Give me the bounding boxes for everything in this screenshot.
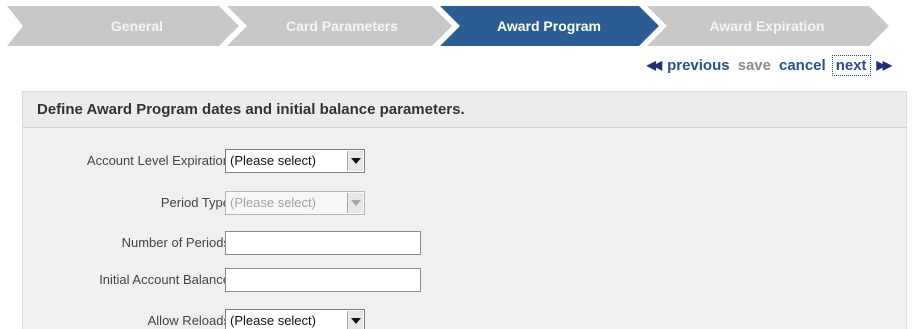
wizard-step-bar: General Card Parameters Award Program Aw… xyxy=(7,6,895,46)
period-type-label: Period Type xyxy=(160,195,230,210)
fast-forward-icon[interactable]: ▶▶ xyxy=(877,58,893,72)
initial-account-balance-input[interactable] xyxy=(225,268,421,292)
allow-reloads-select[interactable]: (Please select) xyxy=(225,309,365,329)
step-general[interactable]: General xyxy=(47,6,227,46)
previous-link[interactable]: previous xyxy=(667,57,730,74)
row-allow-reloads: Allow Reloads (Please select) xyxy=(23,308,443,329)
period-type-select[interactable]: (Please select) xyxy=(225,191,365,215)
allow-reloads-label: Allow Reloads xyxy=(147,313,230,328)
row-period-type: Period Type (Please select) xyxy=(23,190,443,216)
row-number-of-periods: Number of Periods xyxy=(23,230,443,256)
account-level-expiration-select[interactable]: (Please select) xyxy=(225,149,365,173)
allow-reloads-value: (Please select) xyxy=(230,313,316,328)
award-program-panel: Define Award Program dates and initial b… xyxy=(22,91,907,329)
period-type-value: (Please select) xyxy=(230,195,316,210)
account-level-expiration-value: (Please select) xyxy=(230,153,316,168)
number-of-periods-input[interactable] xyxy=(225,231,421,255)
row-initial-account-balance: Initial Account Balance xyxy=(23,267,443,293)
panel-title: Define Award Program dates and initial b… xyxy=(23,92,906,128)
number-of-periods-label: Number of Periods xyxy=(121,235,230,250)
initial-account-balance-label: Initial Account Balance xyxy=(99,272,230,287)
step-award-expiration[interactable]: Award Expiration xyxy=(667,6,867,46)
wizard-navigation: ◀◀ previous save cancel next ▶▶ xyxy=(647,54,893,76)
row-account-level-expiration: Account Level Expiration (Please select) xyxy=(23,148,443,174)
cancel-link[interactable]: cancel xyxy=(779,57,826,74)
chevron-down-icon[interactable] xyxy=(347,193,363,213)
account-level-expiration-label: Account Level Expiration xyxy=(86,153,230,168)
chevron-down-icon[interactable] xyxy=(347,311,363,329)
rewind-icon[interactable]: ◀◀ xyxy=(647,58,663,72)
save-link[interactable]: save xyxy=(738,57,771,74)
chevron-down-icon[interactable] xyxy=(347,151,363,171)
step-card-parameters[interactable]: Card Parameters xyxy=(247,6,437,46)
step-award-program[interactable]: Award Program xyxy=(460,6,638,46)
next-link[interactable]: next xyxy=(831,54,871,76)
